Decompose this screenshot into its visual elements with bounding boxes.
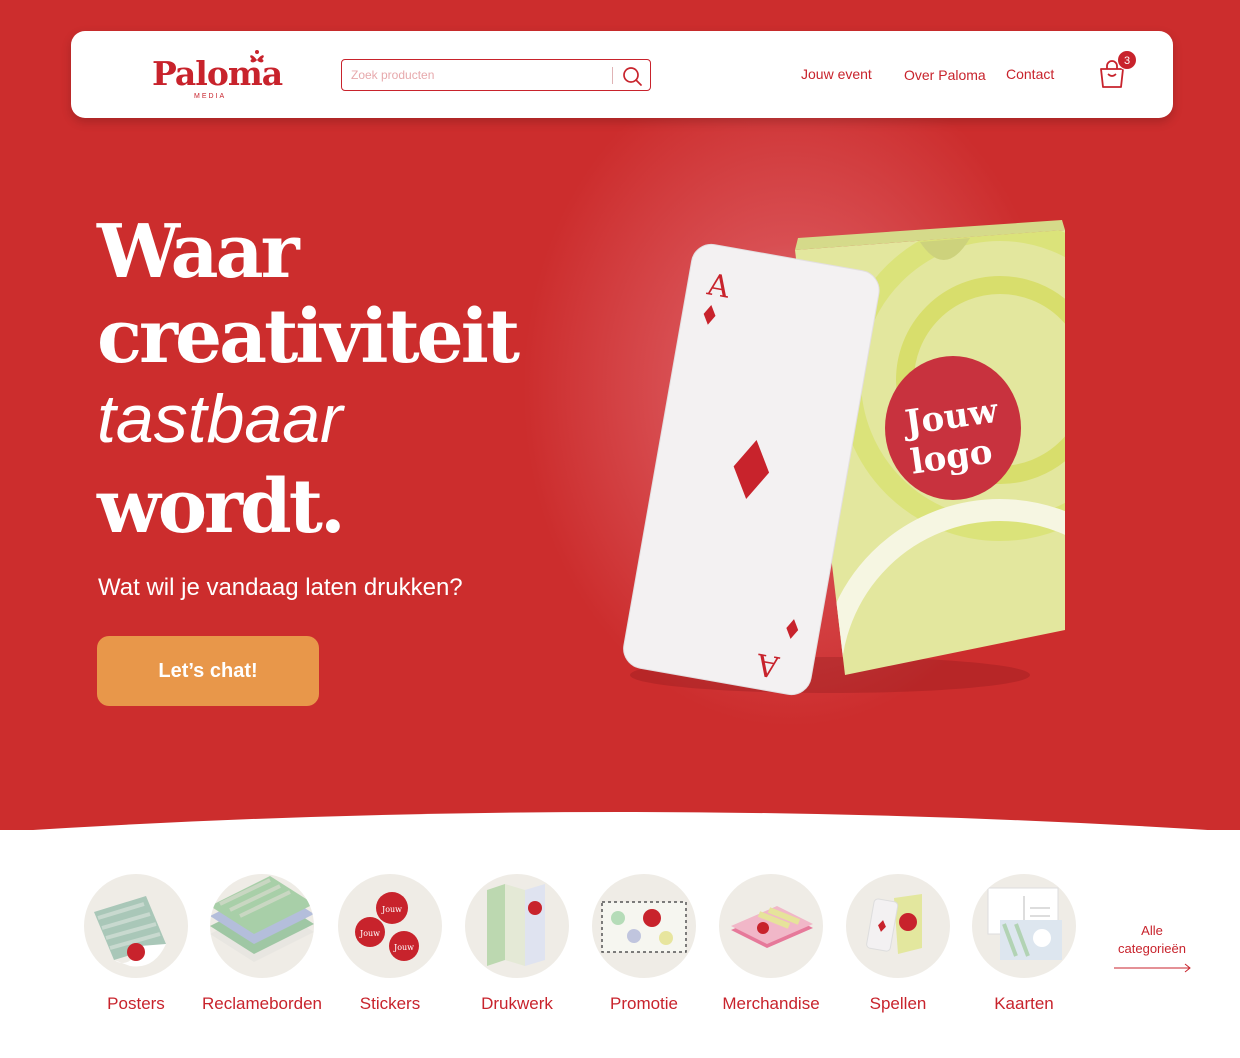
search-icon[interactable]	[621, 65, 643, 87]
category-promotie[interactable]: Promotie	[592, 874, 696, 1013]
search-divider	[612, 67, 613, 84]
lets-chat-button[interactable]: Let’s chat!	[97, 636, 319, 706]
headline-line-1: Waar	[97, 209, 300, 295]
poster-roll-icon	[84, 874, 188, 978]
headline-line-2: creativiteit	[97, 294, 520, 380]
nav-jouw-event[interactable]: Jouw event	[801, 66, 872, 82]
playing-cards-product-image: Jouw logo A A	[623, 220, 1065, 696]
category-stickers[interactable]: Jouw Jouw Jouw Stickers	[338, 874, 442, 1013]
category-label: Kaarten	[994, 994, 1054, 1013]
headline-line-4: wordt.	[97, 464, 346, 550]
category-reclameborden[interactable]: Reclameborden	[202, 874, 322, 1013]
headline-line-3: tastbaar	[97, 381, 343, 457]
folder-icon	[465, 874, 569, 978]
all-categories-link[interactable]: Alle categorieën	[1110, 922, 1194, 958]
nav-contact[interactable]: Contact	[1006, 66, 1054, 82]
postcards-icon	[972, 874, 1076, 978]
cart-count-badge: 3	[1117, 50, 1137, 70]
nav-over-paloma[interactable]: Over Paloma	[904, 67, 986, 83]
logo-subtext: MEDIA	[194, 93, 227, 100]
signboards-icon	[210, 874, 314, 978]
arrow-right-icon[interactable]	[1114, 962, 1192, 974]
hero-wave-divider	[0, 812, 1240, 860]
svg-text:Jouw: Jouw	[381, 905, 402, 914]
svg-text:Jouw: Jouw	[393, 943, 414, 952]
search-input[interactable]	[351, 65, 606, 85]
category-kaarten[interactable]: Kaarten	[972, 874, 1076, 1013]
svg-text:Jouw: Jouw	[359, 929, 380, 938]
butterfly-icon	[250, 50, 264, 63]
category-posters[interactable]: Posters	[84, 874, 188, 1013]
category-drukwerk[interactable]: Drukwerk	[465, 874, 569, 1013]
hero-subtitle: Wat wil je vandaag laten drukken?	[98, 574, 463, 601]
playing-cards-icon	[846, 874, 950, 978]
towel-icon	[719, 874, 823, 978]
category-spellen[interactable]: Spellen	[846, 874, 950, 1013]
banner-icon	[592, 874, 696, 978]
stickers-icon: Jouw Jouw Jouw	[338, 874, 442, 978]
search-bar	[341, 59, 651, 91]
paloma-logo[interactable]: Paloma MEDIA	[152, 44, 283, 104]
category-merchandise[interactable]: Merchandise	[719, 874, 823, 1013]
